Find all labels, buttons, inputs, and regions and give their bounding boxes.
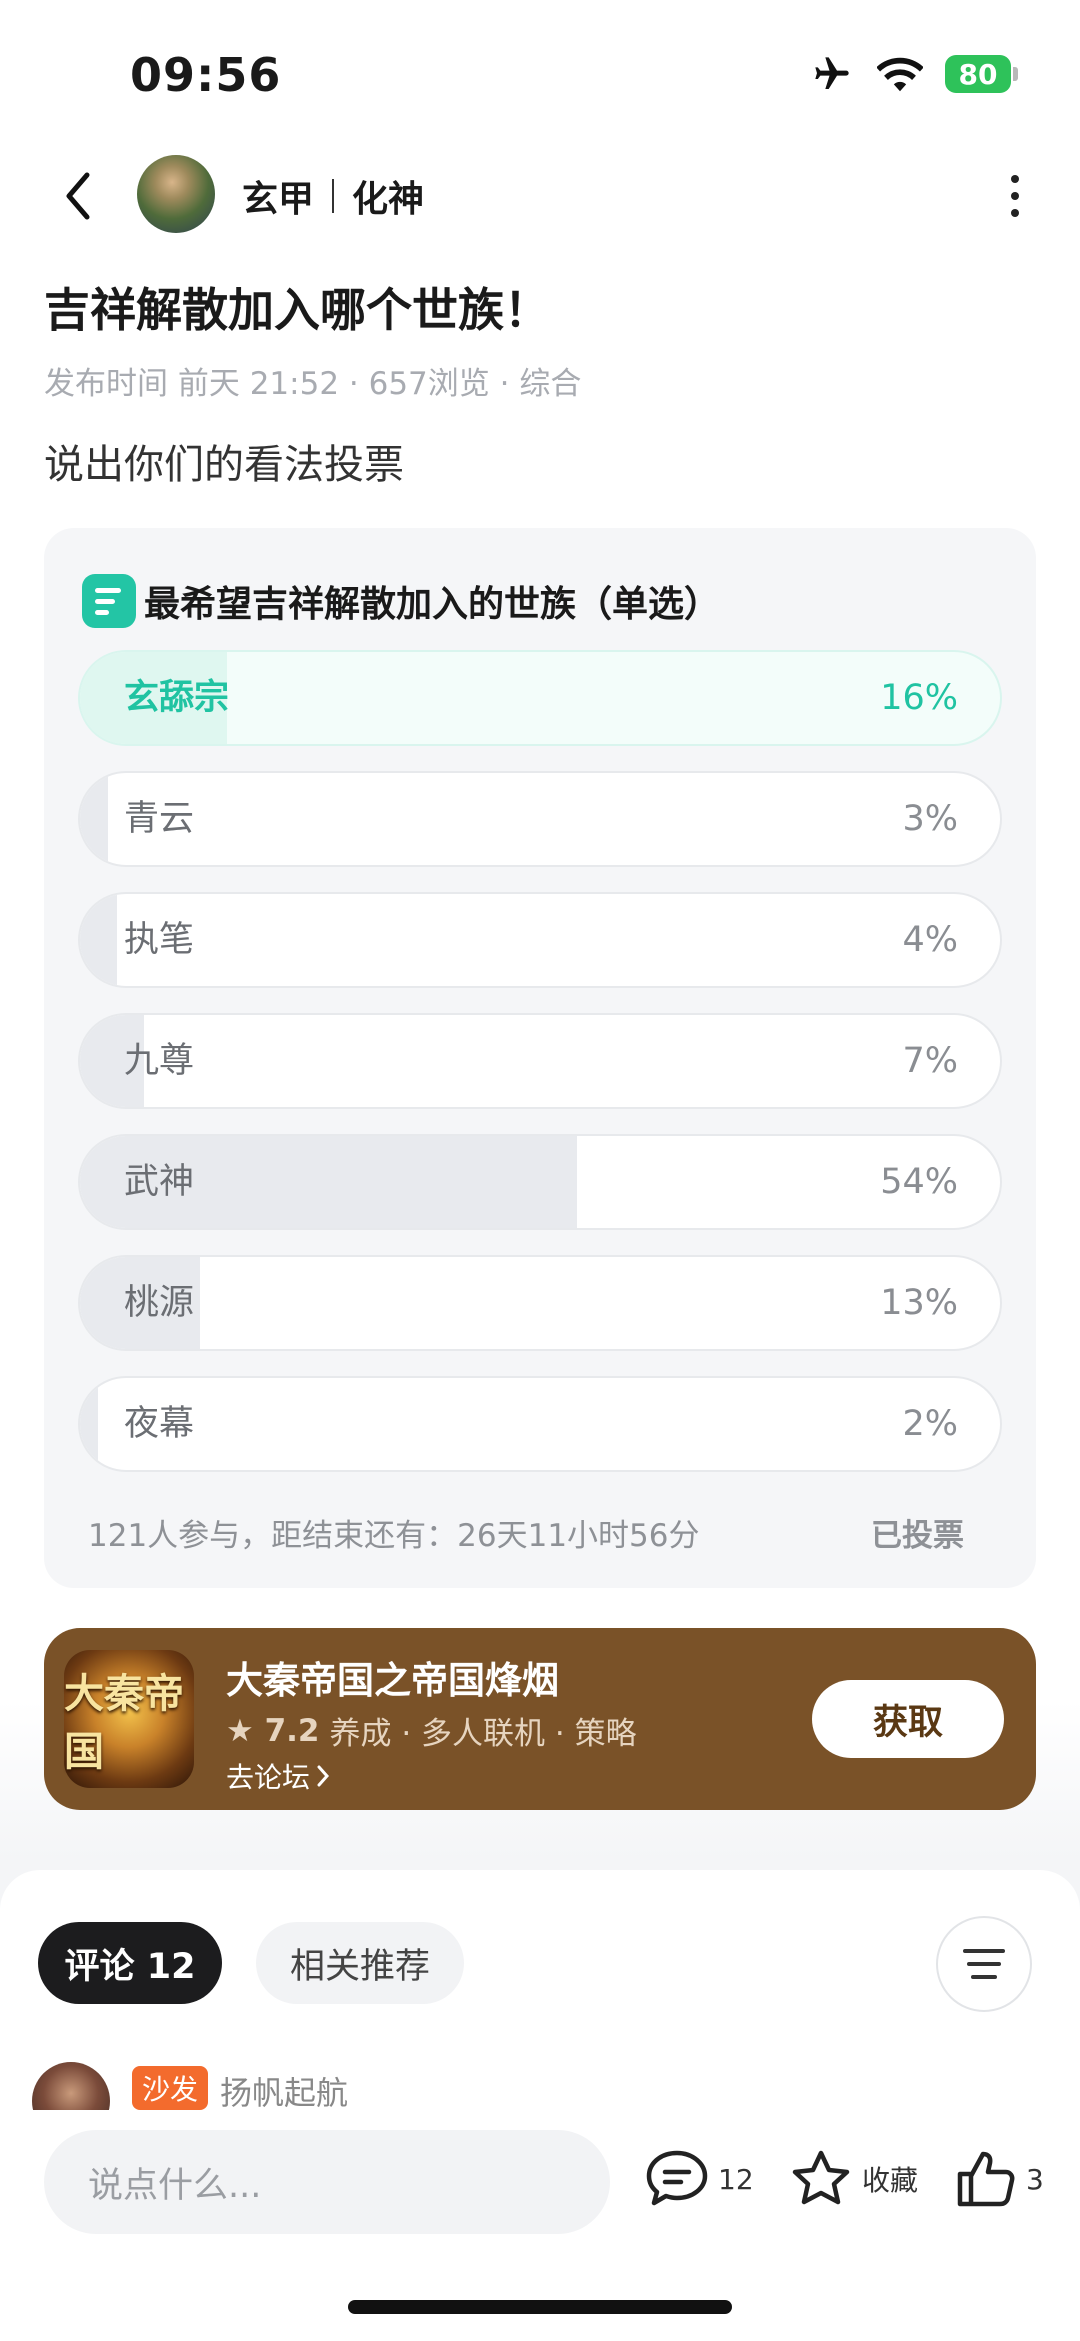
poll-option[interactable]: 桃源 13%: [78, 1255, 1002, 1351]
poll-icon: [82, 574, 136, 628]
poll-option[interactable]: 夜幕 2%: [78, 1376, 1002, 1472]
poll-header: 最希望吉祥解散加入的世族（单选）: [82, 574, 720, 628]
game-tags-row: ★ 7.2 养成 · 多人联机 · 策略: [226, 1708, 637, 1753]
poll-option[interactable]: 武神 54%: [78, 1134, 1002, 1230]
wifi-icon: [877, 57, 923, 92]
poll-option[interactable]: 九尊 7%: [78, 1013, 1002, 1109]
comment-input[interactable]: 说点什么...: [44, 2130, 610, 2234]
author-name: 玄甲: [242, 179, 315, 220]
post-body: 说出你们的看法投票: [44, 442, 404, 488]
favorite-label: 收藏: [862, 2164, 919, 2197]
poll-option-percent: 4%: [902, 920, 958, 960]
poll-option-label: 执笔: [124, 920, 195, 960]
game-score: ★ 7.2: [226, 1712, 320, 1749]
tab-comments[interactable]: 评论 12: [38, 1922, 222, 2004]
comment-count-button[interactable]: 12: [644, 2148, 754, 2210]
status-time: 09:56: [130, 48, 282, 102]
author-info[interactable]: 玄甲 化神: [242, 170, 424, 222]
bottom-action-bar: 说点什么... 12 收藏 3: [0, 2110, 1080, 2341]
battery-level: 80: [945, 55, 1011, 93]
back-button[interactable]: [50, 168, 106, 224]
sort-button[interactable]: [936, 1916, 1032, 2012]
like-count: 3: [1026, 2162, 1044, 2196]
poll-option-label: 玄舔宗: [124, 678, 230, 718]
post-header: 玄甲 化神: [0, 150, 1080, 240]
favorite-button[interactable]: 收藏: [788, 2148, 918, 2210]
status-bar: 09:56 80: [0, 0, 1080, 150]
game-icon: 大秦帝国: [64, 1650, 194, 1788]
tab-related[interactable]: 相关推荐: [256, 1922, 464, 2004]
poll-option[interactable]: 青云 3%: [78, 771, 1002, 867]
poll-footer: 121人参与，距结束还有：26天11小时56分 已投票: [88, 1510, 964, 1555]
post-meta: 发布时间 前天 21:52 · 657浏览 · 综合: [44, 366, 582, 402]
game-promo-card[interactable]: 大秦帝国 大秦帝国之帝国烽烟 ★ 7.2 养成 · 多人联机 · 策略 去论坛 …: [44, 1628, 1036, 1810]
get-game-button[interactable]: 获取: [812, 1680, 1004, 1758]
chevron-left-icon: [66, 172, 90, 220]
game-name: 大秦帝国之帝国烽烟: [226, 1659, 559, 1702]
status-icons: 80: [809, 54, 1018, 94]
sort-lines-icon: [963, 1949, 1005, 1953]
game-forum-label: 去论坛: [226, 1761, 311, 1794]
poll-option-percent: 3%: [902, 799, 958, 839]
poll-option-percent: 54%: [880, 1162, 958, 1202]
game-tags: 养成 · 多人联机 · 策略: [329, 1716, 637, 1752]
author-rank: 化神: [352, 179, 425, 220]
more-options-button[interactable]: [990, 168, 1040, 224]
like-button[interactable]: 3: [954, 2148, 1044, 2210]
poll-option[interactable]: 玄舔宗 16%: [78, 650, 1002, 746]
poll-participation: 121人参与，距结束还有：26天11小时56分: [88, 1518, 700, 1554]
poll-option-percent: 13%: [880, 1283, 958, 1323]
poll-option-percent: 7%: [902, 1041, 958, 1081]
poll-card: 最希望吉祥解散加入的世族（单选） 玄舔宗 16% 青云 3% 执笔 4% 九尊 7% 武神 54%…: [44, 528, 1036, 1588]
poll-option[interactable]: 执笔 4%: [78, 892, 1002, 988]
star-icon: [792, 2150, 850, 2205]
airplane-icon: [815, 57, 849, 89]
poll-option-label: 九尊: [124, 1041, 195, 1081]
commenter-name[interactable]: 扬帆起航: [220, 2068, 348, 2114]
author-divider: [332, 179, 335, 213]
post-detail-page: 09:56 80 玄甲 化神 吉祥解散加入哪个世族！ 发布时间 前天 21:52…: [0, 0, 1080, 2341]
battery-icon: 80: [945, 55, 1018, 93]
poll-option-percent: 2%: [902, 1404, 958, 1444]
thumbs-up-icon: [957, 2151, 1015, 2207]
sofa-badge: 沙发: [132, 2066, 209, 2110]
poll-option-label: 夜幕: [124, 1404, 195, 1444]
poll-options: 玄舔宗 16% 青云 3% 执笔 4% 九尊 7% 武神 54% 桃源 13% 夜幕 2%: [78, 650, 1002, 1497]
home-indicator[interactable]: [348, 2300, 732, 2314]
poll-option-bar: [80, 773, 108, 865]
post-title: 吉祥解散加入哪个世族！: [44, 283, 550, 337]
poll-option-percent: 16%: [880, 678, 958, 718]
chevron-right-icon: [317, 1765, 330, 1787]
poll-voted-status: 已投票: [871, 1518, 964, 1554]
poll-option-bar: [80, 894, 117, 986]
poll-option-label: 青云: [124, 799, 195, 839]
game-forum-link[interactable]: 去论坛: [226, 1756, 330, 1796]
comment-icon: [646, 2150, 708, 2206]
more-dots-icon: [1011, 175, 1019, 183]
poll-title: 最希望吉祥解散加入的世族（单选）: [144, 584, 721, 625]
comment-count: 12: [718, 2162, 754, 2196]
poll-option-label: 桃源: [124, 1283, 195, 1323]
poll-option-label: 武神: [124, 1162, 195, 1202]
author-avatar[interactable]: [137, 155, 215, 233]
poll-option-bar: [80, 1378, 99, 1470]
